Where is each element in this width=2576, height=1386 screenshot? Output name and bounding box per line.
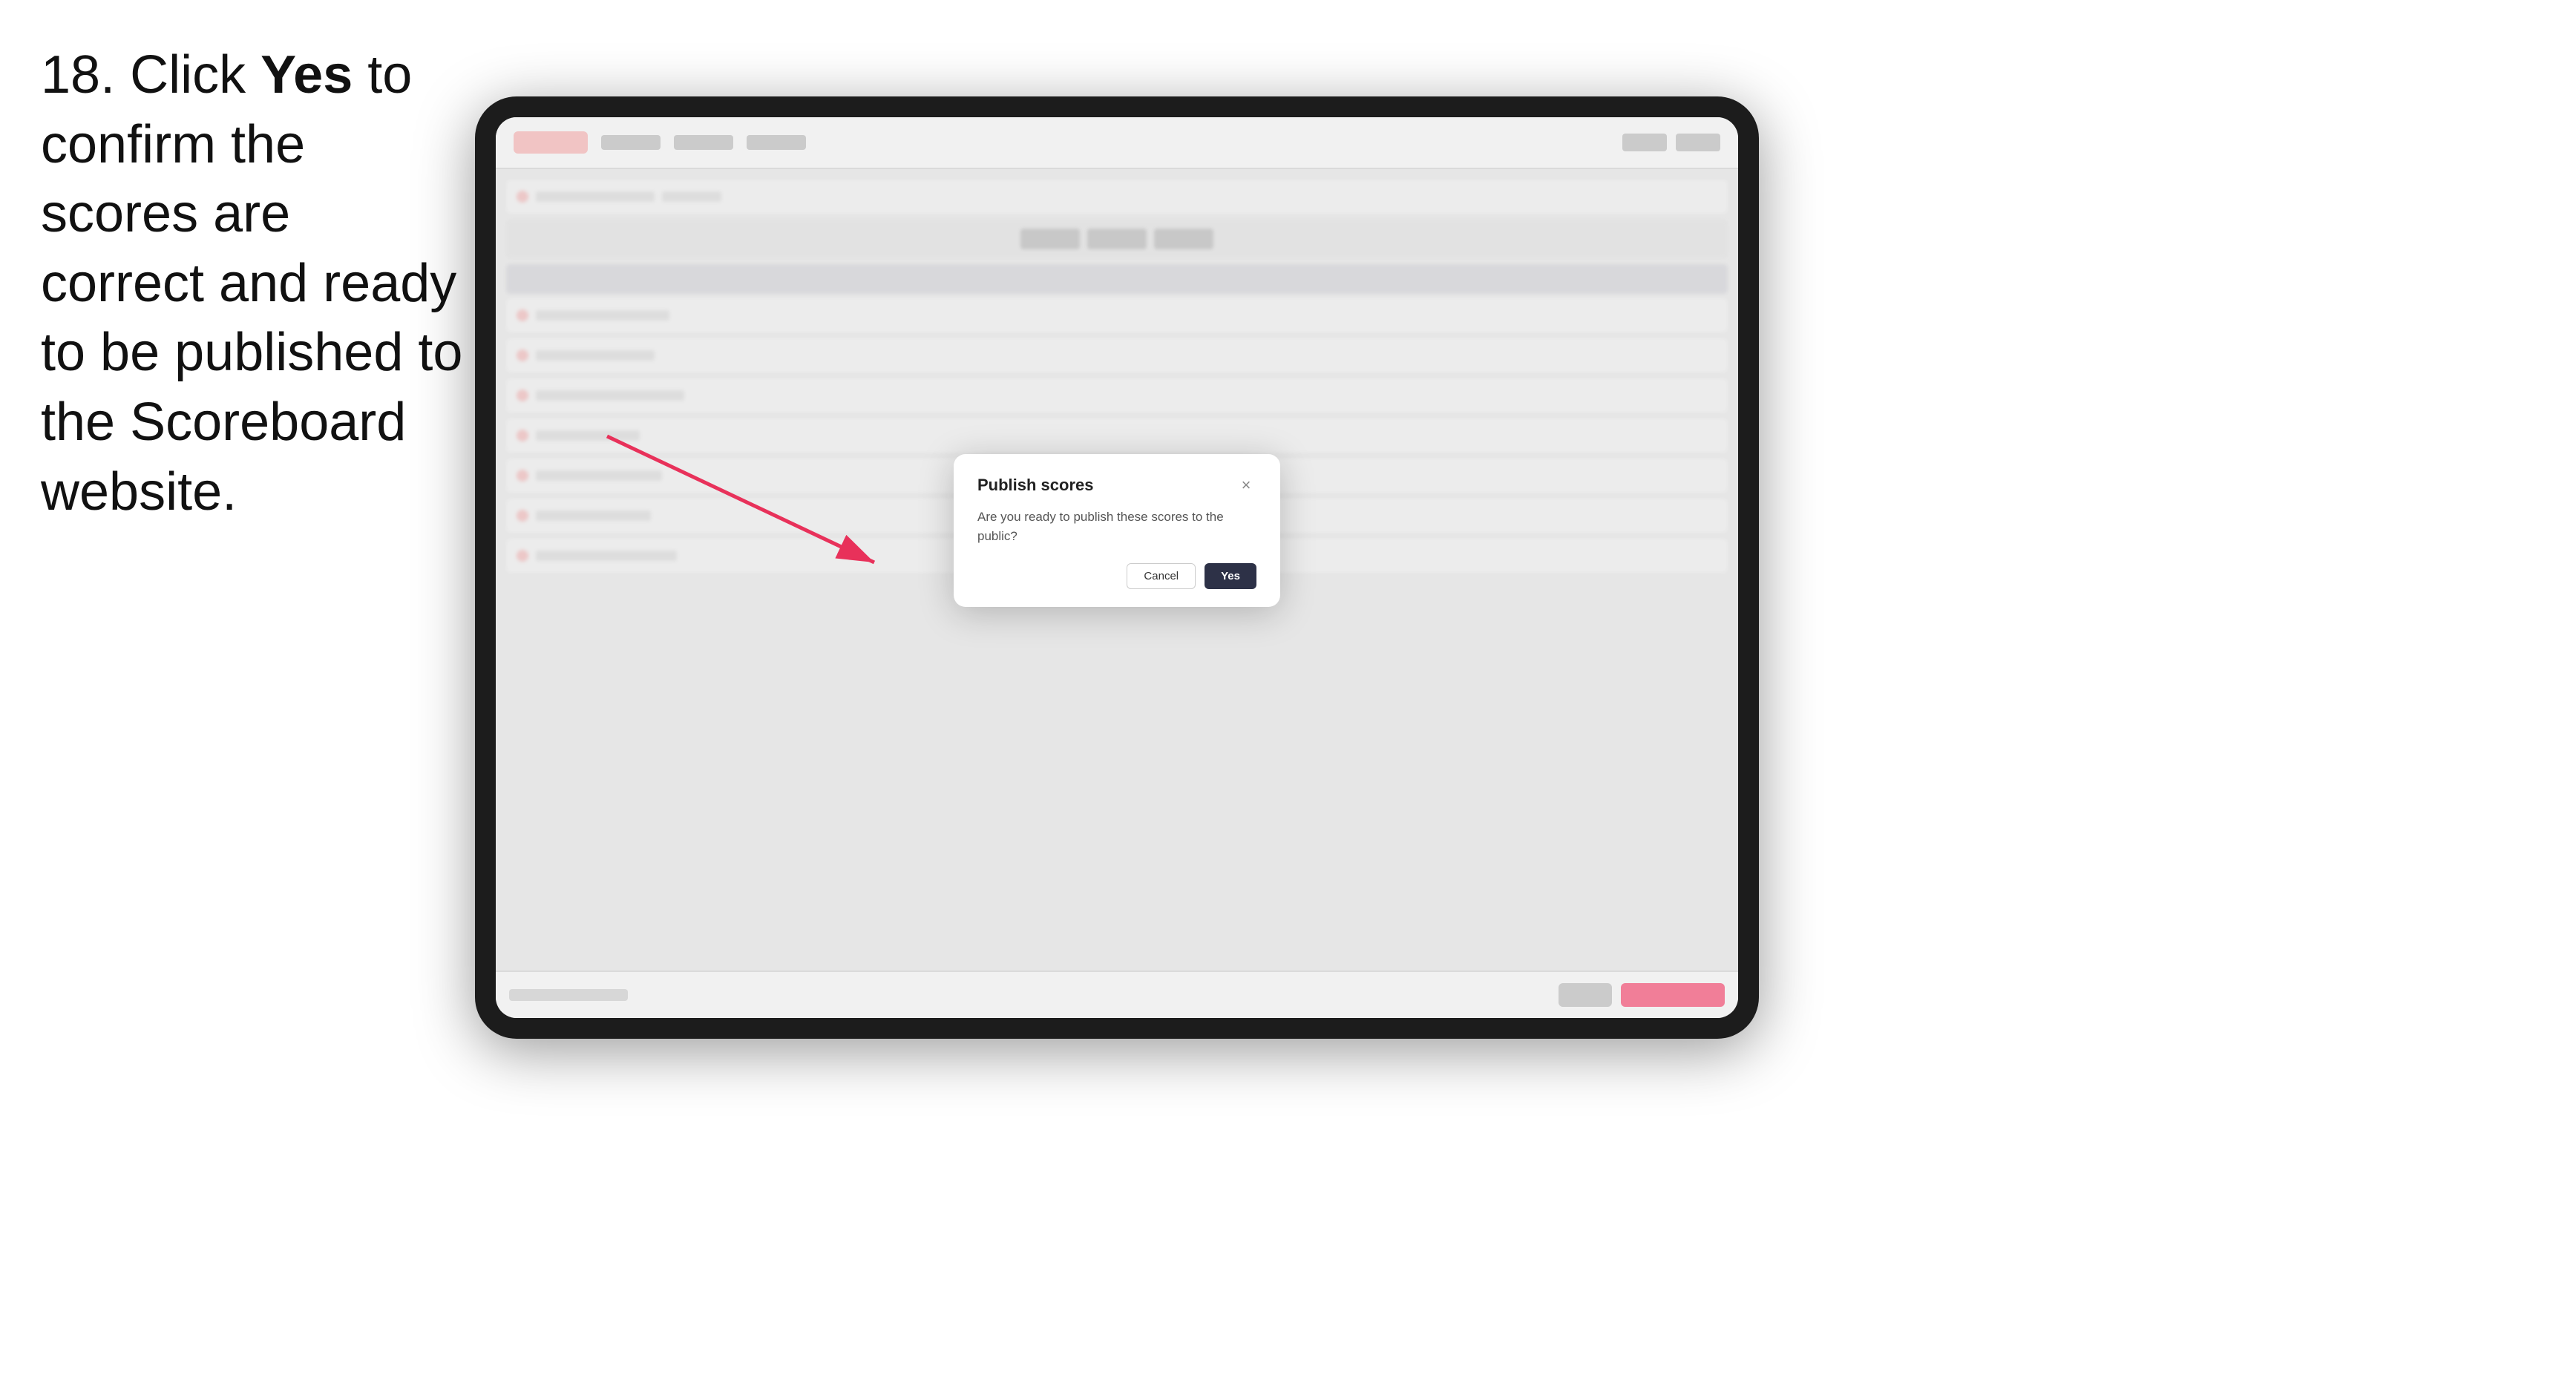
- modal-overlay: Publish scores × Are you ready to publis…: [496, 117, 1738, 1018]
- modal-footer: Cancel Yes: [977, 563, 1256, 589]
- modal-header: Publish scores ×: [977, 475, 1256, 496]
- modal-body-text: Are you ready to publish these scores to…: [977, 508, 1256, 545]
- instruction-text: 18. Click Yes to confirm the scores are …: [41, 41, 464, 527]
- instruction-rest: to confirm the scores are correct and re…: [41, 45, 462, 522]
- modal-yes-button[interactable]: Yes: [1205, 563, 1256, 589]
- modal-title: Publish scores: [977, 476, 1094, 495]
- modal-close-button[interactable]: ×: [1236, 475, 1256, 496]
- tablet-device: Publish scores × Are you ready to publis…: [475, 96, 1759, 1039]
- modal-cancel-button[interactable]: Cancel: [1127, 563, 1196, 589]
- step-number: 18. Click: [41, 45, 260, 105]
- tablet-screen: Publish scores × Are you ready to publis…: [496, 117, 1738, 1018]
- instruction-bold: Yes: [260, 45, 353, 105]
- publish-scores-modal: Publish scores × Are you ready to publis…: [954, 454, 1280, 607]
